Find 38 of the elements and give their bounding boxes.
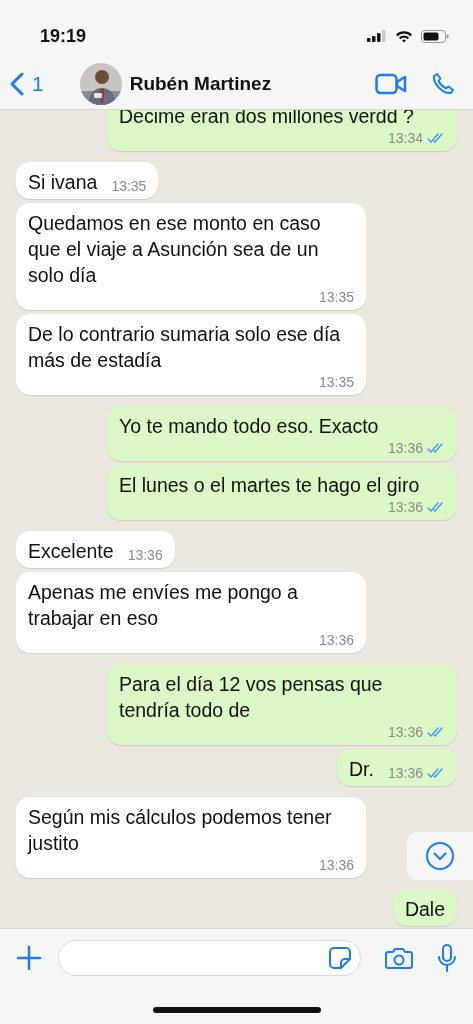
message-time: 13:35 <box>318 288 354 306</box>
back-button[interactable]: 1 <box>10 68 44 100</box>
microphone-icon[interactable] <box>437 944 457 972</box>
contact-name[interactable]: Rubén Martinez <box>129 69 272 99</box>
message-text: Excelente <box>28 539 114 564</box>
back-chevron-icon <box>10 72 24 96</box>
signal-icon <box>367 30 387 42</box>
status-time: 19:19 <box>40 24 87 48</box>
message-text: Yo te mando todo eso. Exacto <box>119 414 379 439</box>
message-time: 13:35 <box>318 373 354 391</box>
message-time: 13:35 <box>111 177 147 195</box>
message-text: Dr. <box>349 757 374 782</box>
message-time: 13:36 <box>387 764 423 782</box>
message-time: 13:34 <box>387 129 423 147</box>
message-text: Apenas me envíes me pongo a trabajar en eso <box>28 580 299 631</box>
message-time: 13:36 <box>318 856 354 874</box>
chevron-down-icon <box>425 841 455 871</box>
phone-icon[interactable] <box>431 72 455 96</box>
camera-icon[interactable] <box>385 946 413 970</box>
message-text: Para el día 12 vos pensas que tendría todo de <box>119 672 384 723</box>
message-text: Quedamos en ese monto en caso que el viaje a Asunción sea de un solo día <box>28 211 322 288</box>
wifi-icon <box>395 29 413 43</box>
message-text: Dale <box>404 897 445 922</box>
message-text: El lunes o el martes te hago el giro <box>119 473 420 498</box>
sticker-icon[interactable] <box>328 946 352 970</box>
message-text: De lo contrario sumaria solo ese día más de estadía <box>28 322 342 373</box>
message-time: 13:36 <box>387 723 423 741</box>
message-time: 13:36 <box>387 498 423 516</box>
video-call-icon[interactable] <box>375 73 407 95</box>
message-text: Según mis cálculos podemos tener justito <box>28 805 333 856</box>
message-time: 13:36 <box>318 631 354 649</box>
message-time: 13:36 <box>127 546 163 564</box>
message-time: 13:36 <box>387 439 423 457</box>
battery-icon <box>421 29 449 43</box>
scroll-down-button[interactable] <box>407 832 473 880</box>
message-text: Si ivana <box>28 170 98 195</box>
add-icon[interactable] <box>16 945 42 971</box>
message-input[interactable] <box>58 940 361 976</box>
